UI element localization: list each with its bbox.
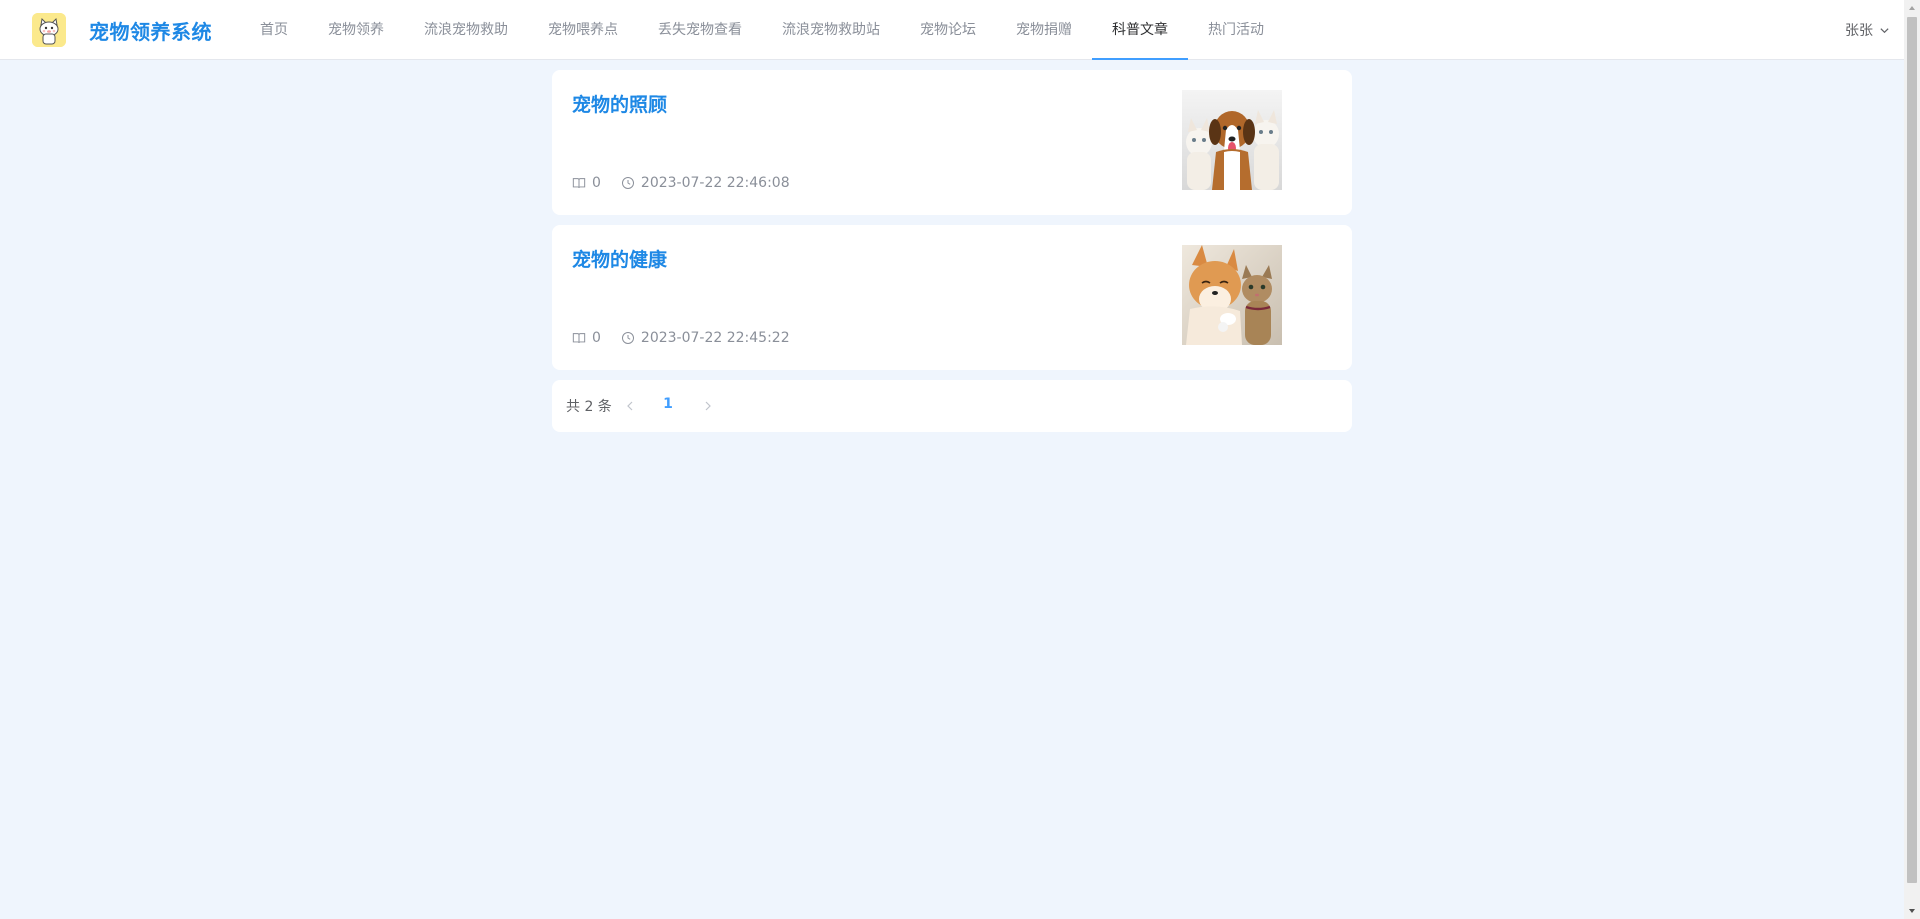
article-meta: 0 2023-07-22 22:46:08 [572, 175, 790, 191]
pagination: 共 2 条 1 [552, 380, 1352, 432]
chevron-left-icon [627, 401, 633, 411]
nav-item-rescue-stations[interactable]: 流浪宠物救助站 [762, 0, 900, 60]
scroll-up-arrow-icon[interactable] [1904, 0, 1920, 16]
page-number-current[interactable]: 1 [656, 396, 680, 412]
vertical-scrollbar[interactable] [1904, 0, 1920, 919]
book-icon [572, 178, 586, 188]
article-card[interactable]: 宠物的照顾 0 2023-07-22 22:46:08 [552, 70, 1352, 215]
total-count: 共 2 条 [566, 399, 612, 415]
read-count: 0 [592, 330, 601, 346]
nav-item-articles[interactable]: 科普文章 [1092, 0, 1188, 60]
article-meta: 0 2023-07-22 22:45:22 [572, 330, 790, 346]
nav-item-lost-pets[interactable]: 丢失宠物查看 [638, 0, 762, 60]
prev-page-button[interactable] [620, 396, 640, 416]
read-count: 0 [592, 175, 601, 191]
chevron-right-icon [705, 401, 711, 411]
top-navbar: 宠物领养系统 首页 宠物领养 流浪宠物救助 宠物喂养点 丢失宠物查看 流浪宠物救… [0, 0, 1904, 60]
scrollbar-thumb[interactable] [1907, 17, 1917, 883]
cat-logo-icon[interactable] [32, 13, 66, 47]
nav-item-pet-adoption[interactable]: 宠物领养 [308, 0, 404, 60]
nav-item-forum[interactable]: 宠物论坛 [900, 0, 996, 60]
clock-icon [621, 177, 634, 189]
clock-icon [621, 332, 634, 344]
nav-item-donation[interactable]: 宠物捐赠 [996, 0, 1092, 60]
user-menu[interactable]: 张张 [1845, 20, 1890, 40]
chevron-down-icon [1880, 27, 1889, 33]
user-name: 张张 [1845, 23, 1873, 39]
article-card[interactable]: 宠物的健康 0 2023-07-22 22:45:22 [552, 225, 1352, 370]
book-icon [572, 333, 586, 343]
main-nav: 首页 宠物领养 流浪宠物救助 宠物喂养点 丢失宠物查看 流浪宠物救助站 宠物论坛… [240, 0, 1284, 60]
nav-item-stray-rescue[interactable]: 流浪宠物救助 [404, 0, 528, 60]
article-title[interactable]: 宠物的健康 [572, 245, 667, 272]
brand-title[interactable]: 宠物领养系统 [89, 16, 212, 45]
article-title[interactable]: 宠物的照顾 [572, 90, 667, 117]
publish-time: 2023-07-22 22:45:22 [640, 330, 790, 346]
publish-time: 2023-07-22 22:46:08 [640, 175, 790, 191]
article-thumbnail[interactable] [1182, 90, 1282, 190]
nav-item-events[interactable]: 热门活动 [1188, 0, 1284, 60]
scroll-down-arrow-icon[interactable] [1904, 903, 1920, 919]
article-thumbnail[interactable] [1182, 245, 1282, 345]
nav-item-home[interactable]: 首页 [240, 0, 308, 60]
nav-item-feeding-points[interactable]: 宠物喂养点 [528, 0, 638, 60]
next-page-button[interactable] [698, 396, 718, 416]
